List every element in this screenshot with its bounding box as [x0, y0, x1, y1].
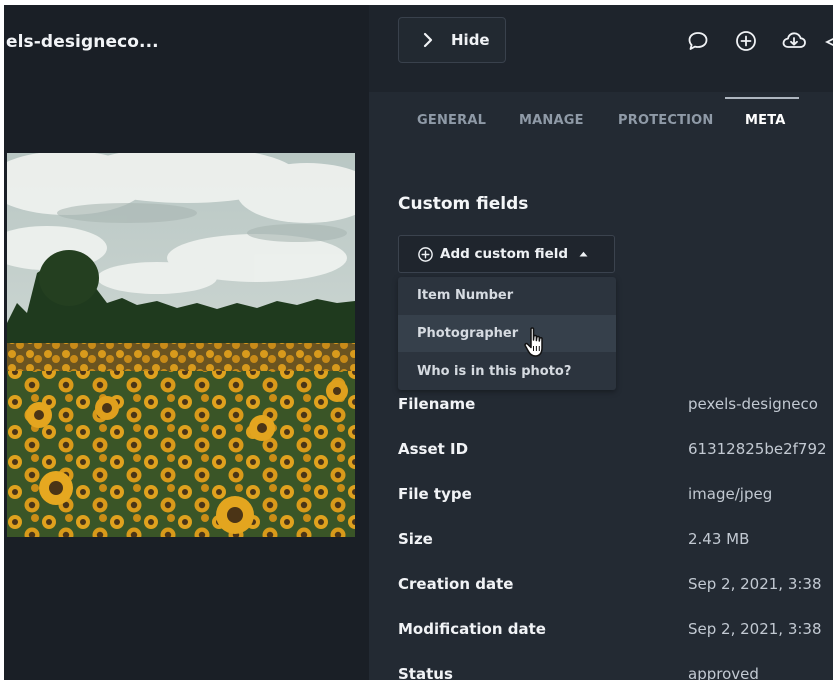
dropdown-item-who-is-in-photo[interactable]: Who is in this photo?: [398, 353, 616, 390]
custom-fields-title: Custom fields: [398, 194, 529, 214]
tab-general[interactable]: GENERAL: [417, 113, 486, 128]
asset-title: els-designeco...: [6, 32, 159, 52]
meta-label-size: Size: [398, 530, 433, 548]
meta-label-creation-date: Creation date: [398, 575, 514, 593]
hide-panel-button[interactable]: Hide: [398, 17, 506, 63]
tab-manage[interactable]: MANAGE: [519, 113, 584, 128]
cloud-download-icon[interactable]: [780, 29, 808, 53]
tab-meta[interactable]: META: [745, 113, 786, 128]
meta-value-size: 2.43 MB: [688, 530, 750, 548]
hand-pointer-cursor-icon: [524, 327, 543, 357]
asset-preview-image: [7, 153, 355, 537]
hide-button-label: Hide: [451, 31, 490, 49]
comment-icon[interactable]: [686, 29, 710, 53]
details-toolbar: Hide: [369, 5, 833, 92]
meta-label-filename: Filename: [398, 395, 476, 413]
meta-value-status: approved: [688, 665, 759, 680]
add-circle-icon: [418, 246, 433, 262]
share-icon[interactable]: [825, 29, 833, 53]
preview-panel: els-designeco...: [4, 5, 369, 680]
dropdown-item-photographer[interactable]: Photographer: [398, 315, 616, 352]
details-panel: Hide GENERAL MANAGE PROTECTION META Cust…: [369, 5, 833, 680]
meta-value-creation-date: Sep 2, 2021, 3:38: [688, 575, 822, 593]
add-circle-icon[interactable]: [734, 29, 758, 53]
tab-protection[interactable]: PROTECTION: [618, 113, 714, 128]
app-window: els-designeco... Hide GENERAL MANAGE PRO…: [4, 5, 833, 680]
add-custom-field-button[interactable]: Add custom field: [398, 235, 615, 273]
meta-label-status: Status: [398, 665, 453, 680]
active-tab-indicator: [725, 97, 799, 99]
custom-field-dropdown: Item Number Photographer Who is in this …: [398, 277, 616, 390]
add-custom-field-label: Add custom field: [440, 246, 569, 262]
meta-label-modification-date: Modification date: [398, 620, 546, 638]
caret-up-icon: [579, 251, 588, 257]
meta-value-modification-date: Sep 2, 2021, 3:38: [688, 620, 822, 638]
meta-label-file-type: File type: [398, 485, 472, 503]
meta-label-asset-id: Asset ID: [398, 440, 469, 458]
chevron-right-icon: [423, 32, 433, 48]
meta-value-filename: pexels-designeco: [688, 395, 818, 413]
details-tabs: GENERAL MANAGE PROTECTION META: [369, 92, 833, 152]
meta-value-file-type: image/jpeg: [688, 485, 773, 503]
dropdown-item-item-number[interactable]: Item Number: [398, 277, 616, 314]
meta-value-asset-id: 61312825be2f792: [688, 440, 827, 458]
